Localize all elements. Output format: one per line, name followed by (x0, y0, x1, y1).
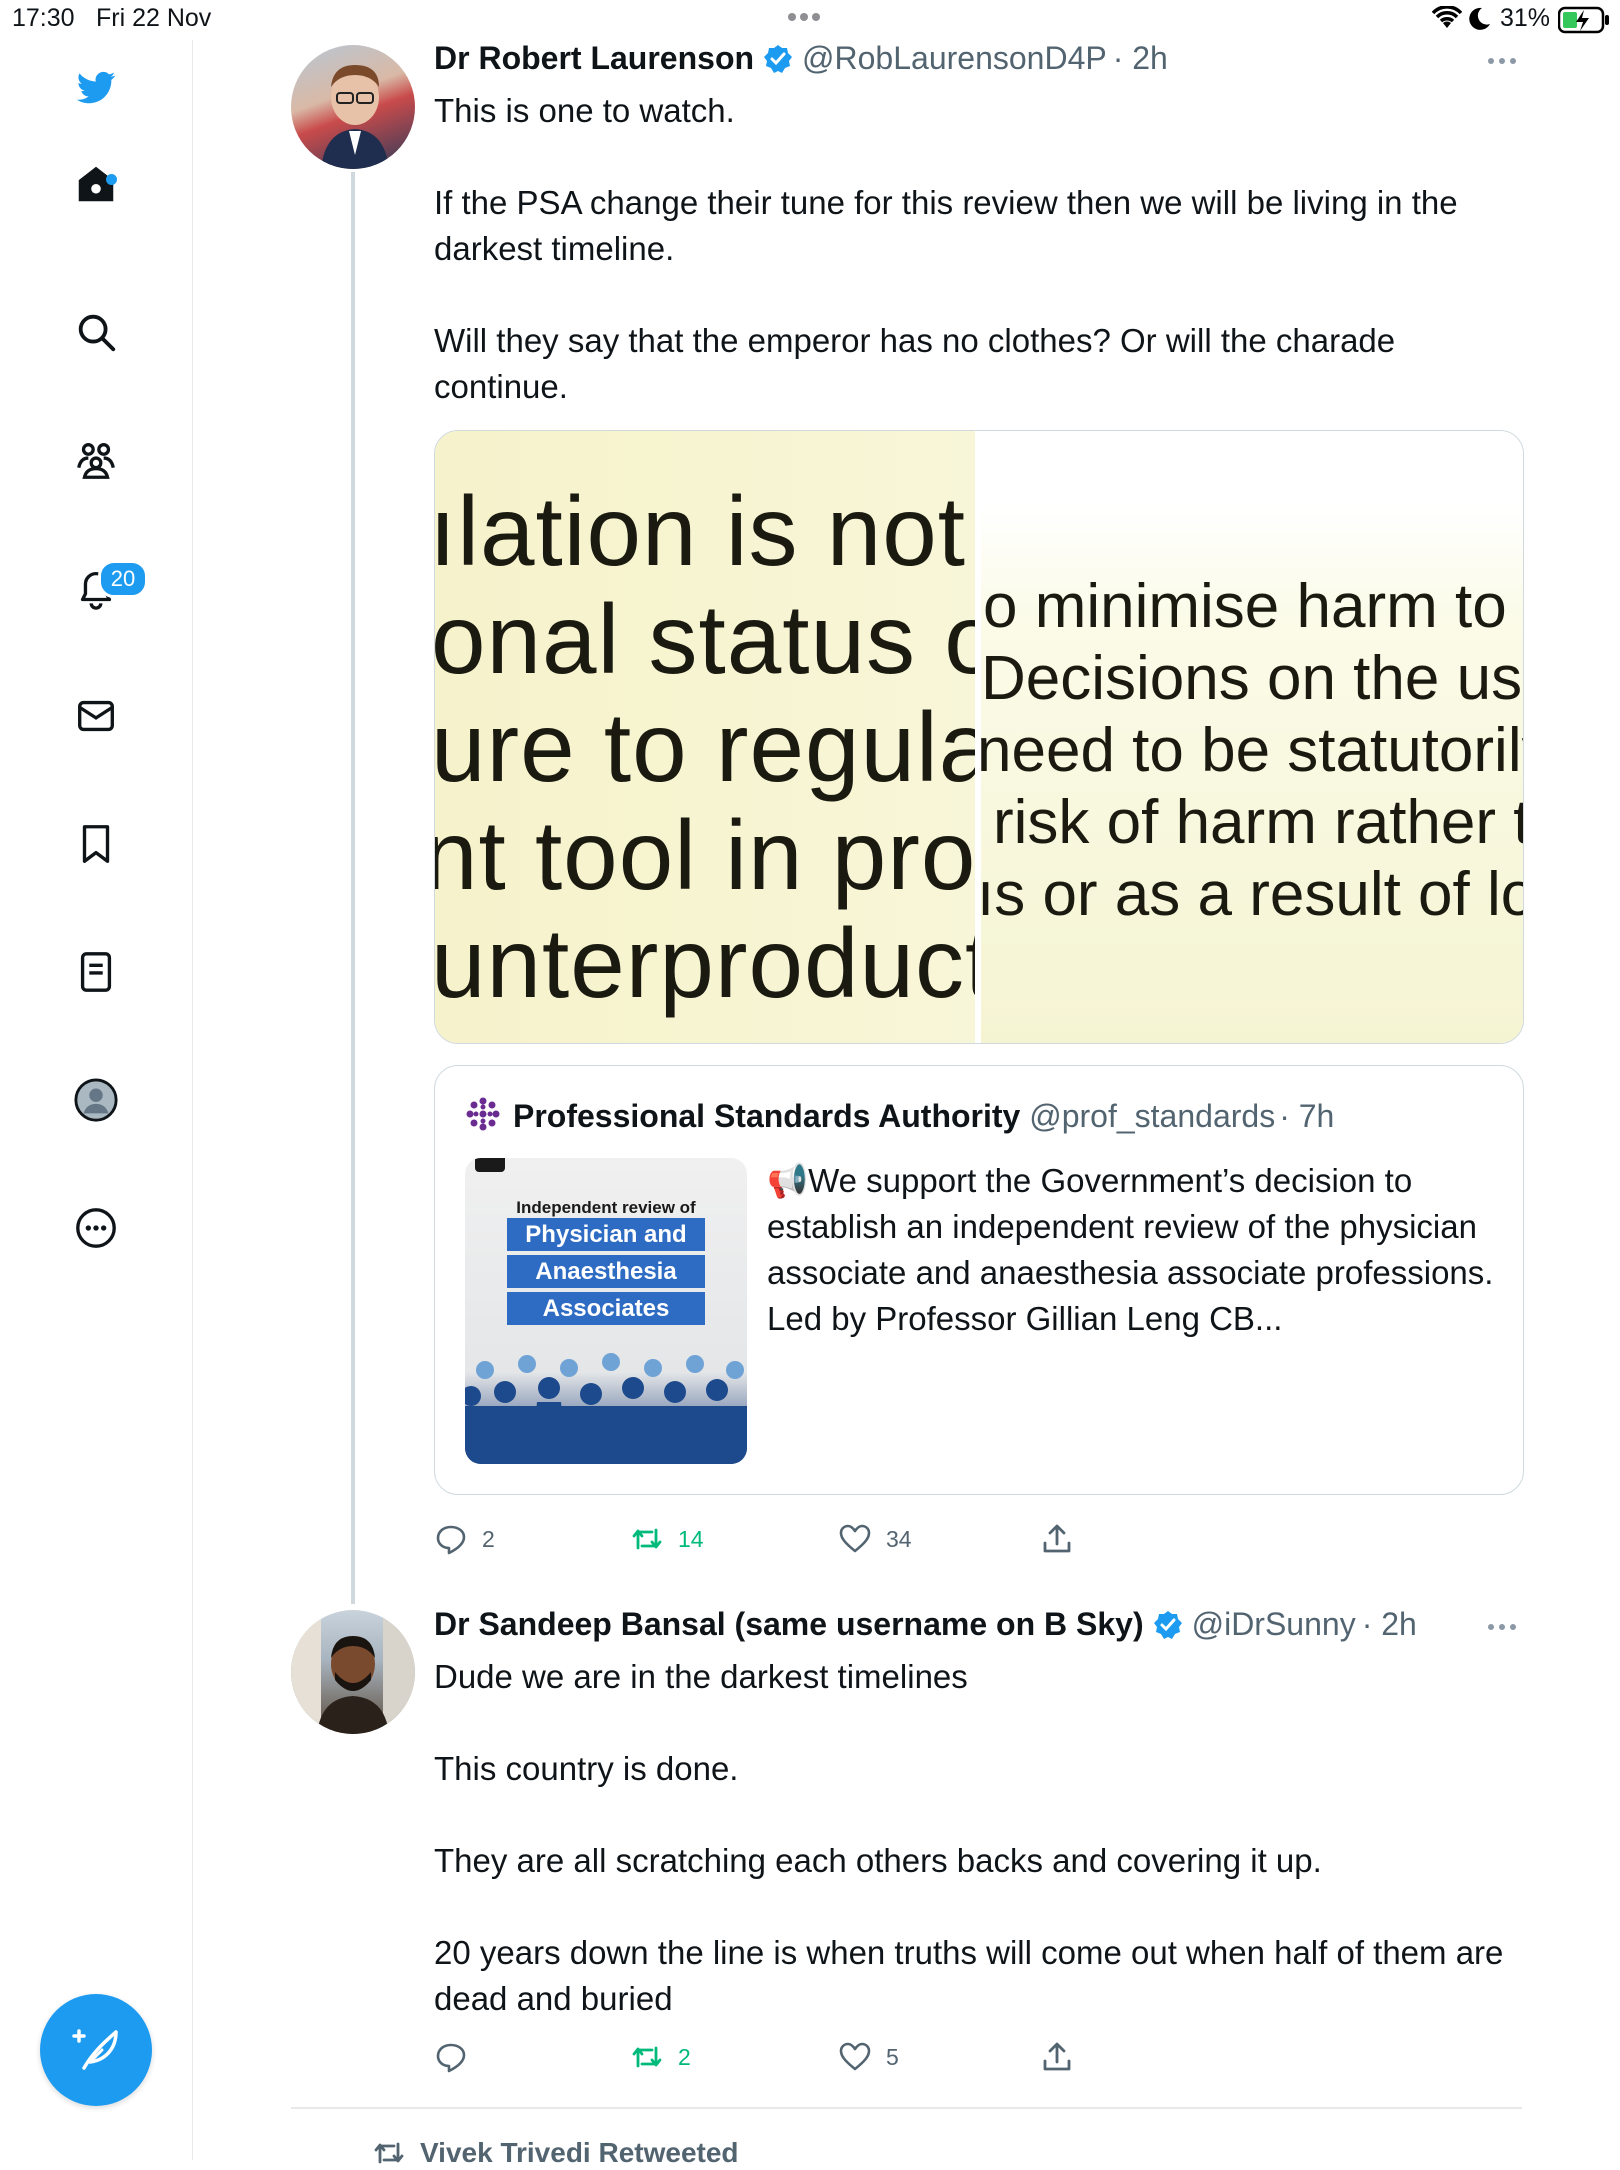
tweet-time[interactable]: · 2h (1113, 40, 1168, 77)
like-count: 34 (886, 1525, 912, 1552)
verified-badge-icon (1152, 1609, 1184, 1641)
retweet-icon (632, 2046, 662, 2068)
tweet-text: This is one to watch. If the PSA change … (434, 88, 1514, 410)
retweet-button[interactable]: 2 (630, 2040, 691, 2074)
author-handle[interactable]: @RobLaurensonD4P (802, 40, 1107, 77)
share-button[interactable] (1040, 2040, 1074, 2074)
retweet-count: 2 (678, 2043, 691, 2070)
author-name[interactable]: Dr Sandeep Bansal (same username on B Sk… (434, 1606, 1144, 1643)
tweet-paragraph: This is one to watch. (434, 92, 735, 129)
compose-tweet-button[interactable] (40, 1994, 152, 2106)
image-text-line: ıs or as a result of lo (981, 860, 1523, 929)
tweet-paragraph: If the PSA change their tune for this re… (434, 184, 1458, 267)
retweet-icon (632, 1528, 662, 1550)
moon-icon (1466, 6, 1492, 37)
reply-icon (436, 1525, 466, 1555)
reply-button[interactable]: 2 (434, 1522, 495, 1556)
bookmark-icon[interactable] (60, 808, 132, 880)
retweeted-by-text: Vivek Trivedi Retweeted (420, 2137, 739, 2168)
tweet-actions: 2 14 34 (434, 1522, 1334, 1562)
tweet-actions: 2 5 (434, 2040, 1334, 2080)
avatar[interactable] (291, 1610, 415, 1734)
reply-count: 2 (482, 1525, 495, 1552)
image-text-line: ılation is not u (435, 476, 975, 586)
share-button[interactable] (1040, 1522, 1074, 1556)
tweet-paragraph: 20 years down the line is when truths wi… (434, 1934, 1504, 2017)
image-text-line: nt tool in prote (435, 800, 975, 910)
thumbnail-pill: Physician and (507, 1218, 705, 1251)
notification-badge: 20 (98, 560, 148, 598)
lists-icon[interactable] (60, 936, 132, 1008)
author-handle[interactable]: @iDrSunny (1192, 1606, 1356, 1643)
battery-percentage: 31% (1500, 4, 1551, 32)
feather-plus-icon (72, 2029, 118, 2070)
like-count: 5 (886, 2043, 899, 2070)
more-options-icon[interactable] (1488, 58, 1516, 64)
battery-charging-icon (1557, 6, 1610, 39)
more-options-icon[interactable] (1488, 1624, 1516, 1630)
home-unread-dot (106, 174, 117, 185)
like-button[interactable]: 34 (838, 1522, 912, 1556)
tweet-header: Dr Robert Laurenson @RobLaurensonD4P · 2… (434, 40, 1168, 77)
reply-icon (436, 2043, 466, 2073)
retweet-icon (374, 2142, 404, 2164)
quoted-tweet-time: · 7h (1279, 1098, 1335, 1134)
heart-icon (839, 1524, 871, 1553)
image-text-line: onal status o (435, 584, 975, 694)
twitter-logo-icon[interactable] (60, 52, 132, 124)
media-image-right[interactable]: o minimise harm to Decisions on the use … (981, 431, 1523, 1043)
quoted-tweet[interactable]: Professional Standards Authority @prof_s… (434, 1065, 1524, 1495)
reply-button[interactable] (434, 2040, 482, 2074)
quoted-author-handle[interactable]: @prof_standards (1029, 1098, 1275, 1134)
crown-icon (475, 1158, 505, 1172)
multitasking-dots-icon[interactable] (786, 8, 822, 26)
quoted-tweet-text: 📢We support the Government’s decision to… (767, 1162, 1494, 1337)
status-date: Fri 22 Nov (96, 4, 212, 32)
image-text-line: Decisions on the use (981, 644, 1523, 713)
retweeted-by-label[interactable]: Vivek Trivedi Retweeted (372, 2136, 739, 2170)
thread-connector-line (351, 172, 355, 1604)
tweet-paragraph: They are all scratching each others back… (434, 1842, 1322, 1879)
thumbnail-pill: Associates (507, 1292, 705, 1325)
wifi-icon (1431, 5, 1463, 37)
tweet-paragraph: Will they say that the emperor has no cl… (434, 322, 1396, 405)
psa-logo-icon (465, 1096, 501, 1137)
status-time: 17:30 (12, 4, 75, 32)
quoted-author-name[interactable]: Professional Standards Authority (513, 1098, 1020, 1134)
media-image-left[interactable]: ılation is not u onal status o ure to re… (435, 431, 975, 1043)
retweet-count: 14 (678, 1525, 704, 1552)
author-name[interactable]: Dr Robert Laurenson (434, 40, 754, 77)
quoted-tweet-thumbnail[interactable]: Independent review of Physician and Anae… (465, 1158, 747, 1464)
status-bar: 17:30 Fri 22 Nov 31% (0, 0, 1620, 40)
verified-badge-icon (762, 43, 794, 75)
tweet-time[interactable]: · 2h (1362, 1606, 1417, 1643)
image-text-line: unterproducti (435, 908, 975, 1018)
image-text-line: need to be statutorily (981, 716, 1523, 785)
share-icon (1043, 1524, 1071, 1553)
tweet-divider (291, 2107, 1522, 2109)
tweet-text: Dude we are in the darkest timelines Thi… (434, 1654, 1514, 2022)
communities-icon[interactable] (60, 424, 132, 496)
image-text-line: o minimise harm to (983, 572, 1507, 641)
tweet-header: Dr Sandeep Bansal (same username on B Sk… (434, 1606, 1417, 1643)
avatar[interactable] (291, 45, 415, 169)
search-icon[interactable] (60, 296, 132, 368)
heart-icon (839, 2042, 871, 2071)
like-button[interactable]: 5 (838, 2040, 899, 2074)
image-text-line: risk of harm rather t (993, 788, 1523, 857)
thumbnail-title: Independent review of (516, 1198, 696, 1217)
thumbnail-pill: Anaesthesia (507, 1255, 705, 1288)
more-circle-icon[interactable] (60, 1192, 132, 1264)
crowd-silhouette-icon (465, 1353, 747, 1464)
image-text-line: ure to regula (435, 692, 975, 802)
mail-icon[interactable] (60, 680, 132, 752)
quoted-tweet-header: Professional Standards Authority @prof_s… (513, 1098, 1334, 1135)
home-icon[interactable] (60, 148, 132, 220)
profile-icon[interactable] (60, 1064, 132, 1136)
tweet-paragraph: Dude we are in the darkest timelines (434, 1658, 968, 1695)
retweet-button[interactable]: 14 (630, 1522, 704, 1556)
tweet-paragraph: This country is done. (434, 1750, 739, 1787)
share-icon (1043, 2042, 1071, 2071)
tweet-media-grid[interactable]: ılation is not u onal status o ure to re… (434, 430, 1524, 1044)
